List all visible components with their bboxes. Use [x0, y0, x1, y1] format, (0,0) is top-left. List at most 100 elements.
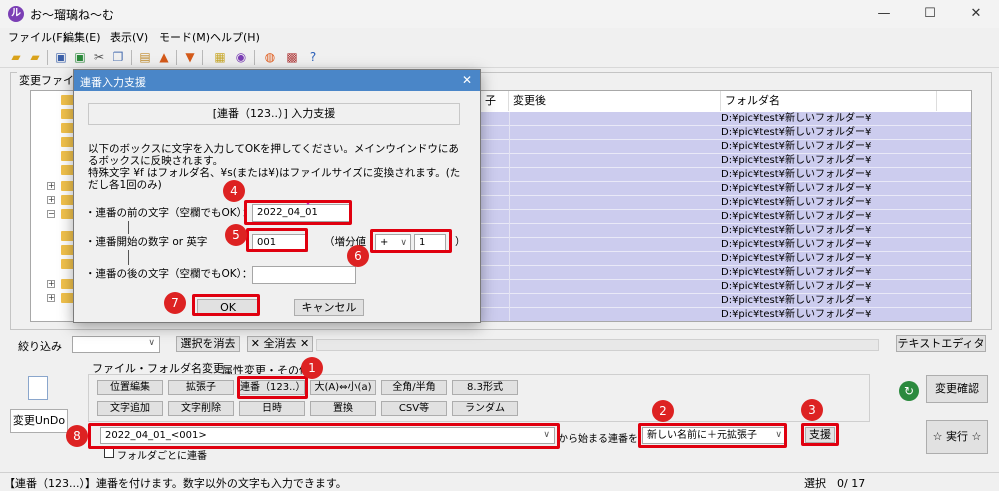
flow-line — [128, 250, 129, 265]
close-button[interactable]: ✕ — [953, 0, 999, 28]
step-badge-7: 7 — [164, 292, 186, 314]
selection-count: 選択 0/ 17 — [804, 477, 866, 490]
reload-icon[interactable]: ▣ — [72, 49, 88, 65]
undo-button[interactable]: 変更UnDo — [10, 409, 68, 433]
column-divider — [509, 224, 510, 238]
clear-selection-button[interactable]: 選択を消去 — [176, 336, 240, 352]
run-button[interactable]: ☆ 実行 ☆ — [926, 420, 988, 454]
menu-view[interactable]: 表示(V) — [110, 29, 148, 45]
folder-path-cell: D:¥pic¥test¥新しいフォルダー¥ — [721, 225, 872, 236]
folder-path-cell: D:¥pic¥test¥新しいフォルダー¥ — [721, 211, 872, 222]
increment-close-paren: ） — [455, 236, 466, 248]
expand-icon[interactable]: + — [47, 280, 55, 288]
folder-path-cell: D:¥pic¥test¥新しいフォルダー¥ — [721, 155, 872, 166]
dialog-close-icon[interactable]: ✕ — [462, 73, 472, 87]
menu-mode[interactable]: モード(M) — [159, 29, 210, 45]
tools-icon[interactable]: ◍ — [262, 49, 278, 65]
toolbar-separator — [202, 50, 203, 65]
filter-combo[interactable]: ∨ — [72, 336, 160, 353]
refresh-arrow-icon: ↻ — [899, 381, 919, 401]
table-row[interactable]: D:¥pic¥test¥新しいフォルダー¥ — [481, 140, 971, 154]
step-badge-6: 6 — [347, 245, 369, 267]
table-row[interactable]: D:¥pic¥test¥新しいフォルダー¥ — [481, 182, 971, 196]
table-row[interactable]: D:¥pic¥test¥新しいフォルダー¥ — [481, 308, 971, 321]
file-table[interactable]: 子 変更後 フォルダ名 D:¥pic¥test¥新しいフォルダー¥ D:¥pic¥… — [480, 90, 972, 322]
folder-path-cell: D:¥pic¥test¥新しいフォルダー¥ — [721, 113, 872, 124]
column-divider — [509, 210, 510, 224]
move-up-icon[interactable]: ▲ — [156, 49, 172, 65]
table-row[interactable]: D:¥pic¥test¥新しいフォルダー¥ — [481, 126, 971, 140]
clear-all-button[interactable]: ✕ 全消去 ✕ — [247, 336, 313, 352]
confirm-change-button[interactable]: 変更確認 — [926, 375, 988, 403]
table-row[interactable]: D:¥pic¥test¥新しいフォルダー¥ — [481, 210, 971, 224]
table-row[interactable]: D:¥pic¥test¥新しいフォルダー¥ — [481, 252, 971, 266]
paste-icon[interactable]: ▤ — [137, 49, 153, 65]
column-header-new-name[interactable]: 変更後 — [509, 91, 721, 111]
move-down-icon[interactable]: ▼ — [182, 49, 198, 65]
dialog-title: 連番入力支援 — [80, 76, 146, 89]
table-row[interactable]: D:¥pic¥test¥新しいフォルダー¥ — [481, 238, 971, 252]
before-text-label: ・連番の前の文字（空欄でもOK）： — [85, 207, 253, 219]
after-text-input[interactable] — [252, 266, 356, 284]
dialog-title-bar: 連番入力支援 ✕ — [74, 70, 480, 91]
table-row[interactable]: D:¥pic¥test¥新しいフォルダー¥ — [481, 294, 971, 308]
dialog-description: 以下のボックスに文字を入力してOKを押してください。メインウインドウにあるボック… — [88, 143, 459, 167]
folder-path-cell: D:¥pic¥test¥新しいフォルダー¥ — [721, 253, 872, 264]
column-divider — [509, 266, 510, 280]
document-icon — [28, 376, 48, 400]
csv-button[interactable]: CSV等 — [381, 401, 447, 416]
after-text-label: ・連番の後の文字（空欄でもOK）： — [85, 268, 253, 280]
table-row[interactable]: D:¥pic¥test¥新しいフォルダー¥ — [481, 280, 971, 294]
delete-text-button[interactable]: 文字削除 — [168, 401, 234, 416]
table-row[interactable]: D:¥pic¥test¥新しいフォルダー¥ — [481, 196, 971, 210]
replace-button[interactable]: 置換 — [310, 401, 376, 416]
case-convert-button[interactable]: 大(A)⇔小(a) — [310, 380, 376, 395]
column-header-index[interactable]: 子 — [481, 91, 509, 111]
collapse-icon[interactable]: − — [47, 210, 55, 218]
window-icon[interactable]: ▩ — [284, 49, 300, 65]
help-icon[interactable]: ? — [305, 49, 321, 65]
folder-path-cell: D:¥pic¥test¥新しいフォルダー¥ — [721, 127, 872, 138]
dialog-header: [連番（123..）] 入力支援 — [88, 103, 460, 125]
open-folder-icon[interactable]: ▰ — [8, 49, 24, 65]
table-row[interactable]: D:¥pic¥test¥新しいフォルダー¥ — [481, 266, 971, 280]
position-edit-button[interactable]: 位置編集 — [97, 380, 163, 395]
folder-path-cell: D:¥pic¥test¥新しいフォルダー¥ — [721, 141, 872, 152]
text-editor-button[interactable]: テキストエディタ — [896, 335, 986, 352]
table-row[interactable]: D:¥pic¥test¥新しいフォルダー¥ — [481, 154, 971, 168]
datetime-button[interactable]: 日時 — [239, 401, 305, 416]
expand-icon[interactable]: + — [47, 182, 55, 190]
width-convert-button[interactable]: 全角/半角 — [381, 380, 447, 395]
cut-icon[interactable]: ✂ — [91, 49, 107, 65]
column-header-folder[interactable]: フォルダ名 — [721, 91, 937, 111]
short-name-button[interactable]: 8.3形式 — [452, 380, 518, 395]
serial-input-dialog: 連番入力支援 ✕ [連番（123..）] 入力支援 以下のボックスに文字を入力し… — [73, 69, 481, 323]
menu-bar: ファイル(F) 編集(E) 表示(V) モード(M) ヘルプ(H) — [0, 28, 999, 46]
maximize-button[interactable]: ☐ — [907, 0, 953, 28]
column-divider — [509, 140, 510, 154]
copy-icon[interactable]: ❐ — [110, 49, 126, 65]
table-row[interactable]: D:¥pic¥test¥新しいフォルダー¥ — [481, 168, 971, 182]
column-divider — [509, 252, 510, 266]
step-badge-1: 1 — [301, 357, 323, 379]
folder-refresh-icon[interactable]: ▰ — [27, 49, 43, 65]
table-row[interactable]: D:¥pic¥test¥新しいフォルダー¥ — [481, 224, 971, 238]
expand-icon[interactable]: + — [47, 294, 55, 302]
column-divider — [509, 294, 510, 308]
horizontal-scrollbar[interactable] — [316, 339, 879, 351]
minimize-button[interactable]: — — [861, 0, 907, 28]
menu-edit[interactable]: 編集(E) — [63, 29, 101, 45]
filter-label: 絞り込み — [18, 340, 62, 353]
expand-icon[interactable]: + — [47, 196, 55, 204]
save-icon[interactable]: ▣ — [53, 49, 69, 65]
per-folder-checkbox[interactable] — [104, 448, 114, 458]
extension-button[interactable]: 拡張子 — [168, 380, 234, 395]
app-settings-icon[interactable]: ◉ — [233, 49, 249, 65]
table-row[interactable]: D:¥pic¥test¥新しいフォルダー¥ — [481, 112, 971, 126]
cancel-button[interactable]: キャンセル — [294, 299, 364, 316]
menu-help[interactable]: ヘルプ(H) — [210, 29, 260, 45]
add-text-button[interactable]: 文字追加 — [97, 401, 163, 416]
random-button[interactable]: ランダム — [452, 401, 518, 416]
properties-icon[interactable]: ▦ — [212, 49, 228, 65]
menu-file[interactable]: ファイル(F) — [8, 29, 67, 45]
